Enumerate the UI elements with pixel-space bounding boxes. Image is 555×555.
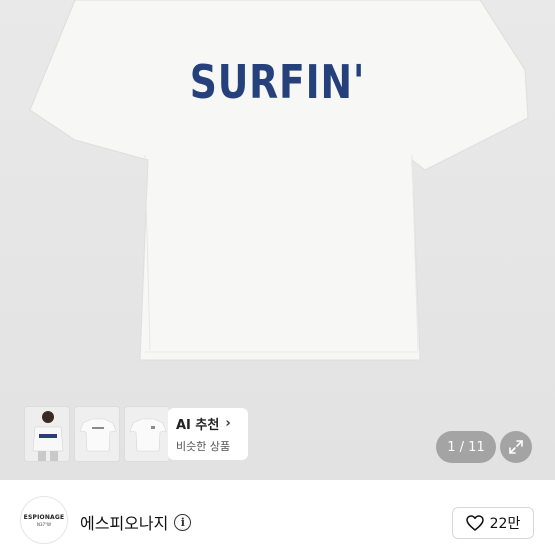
thumbnail-tee-front[interactable] — [74, 406, 120, 462]
image-counter: 1 / 11 — [436, 431, 496, 463]
seller-name-row[interactable]: 에스피오나지 i — [80, 510, 192, 534]
logo-text: ESPIONAGE — [23, 513, 65, 521]
thumbnail-strip — [24, 406, 170, 462]
seller-logo[interactable]: ESPIONAGE N37°W — [20, 496, 68, 544]
chevron-right-icon: › — [225, 416, 231, 431]
ai-recommend-subtitle: 비슷한 상품 — [176, 440, 231, 453]
like-button[interactable]: 22만 — [452, 507, 534, 539]
seller-name: 에스피오나지 — [80, 514, 169, 533]
thumbnail-tee-back[interactable] — [124, 406, 170, 462]
thumbnail-model[interactable] — [24, 406, 70, 462]
heart-icon — [465, 515, 484, 531]
logo-subtext: N37°W — [36, 521, 52, 527]
expand-button[interactable] — [500, 431, 532, 463]
ai-recommend-title: AI 추천 — [176, 418, 220, 433]
info-icon[interactable]: i — [174, 513, 192, 531]
expand-icon — [509, 440, 523, 454]
shirt-print-text: SURFIN' — [189, 55, 366, 109]
ai-recommend-button[interactable]: AI 추천 › 비슷한 상품 — [168, 408, 248, 460]
product-image-gallery[interactable]: SURFIN' AI 추천 › 비슷한 상품 1 / 11 — [0, 0, 555, 480]
like-count: 22만 — [489, 516, 521, 532]
